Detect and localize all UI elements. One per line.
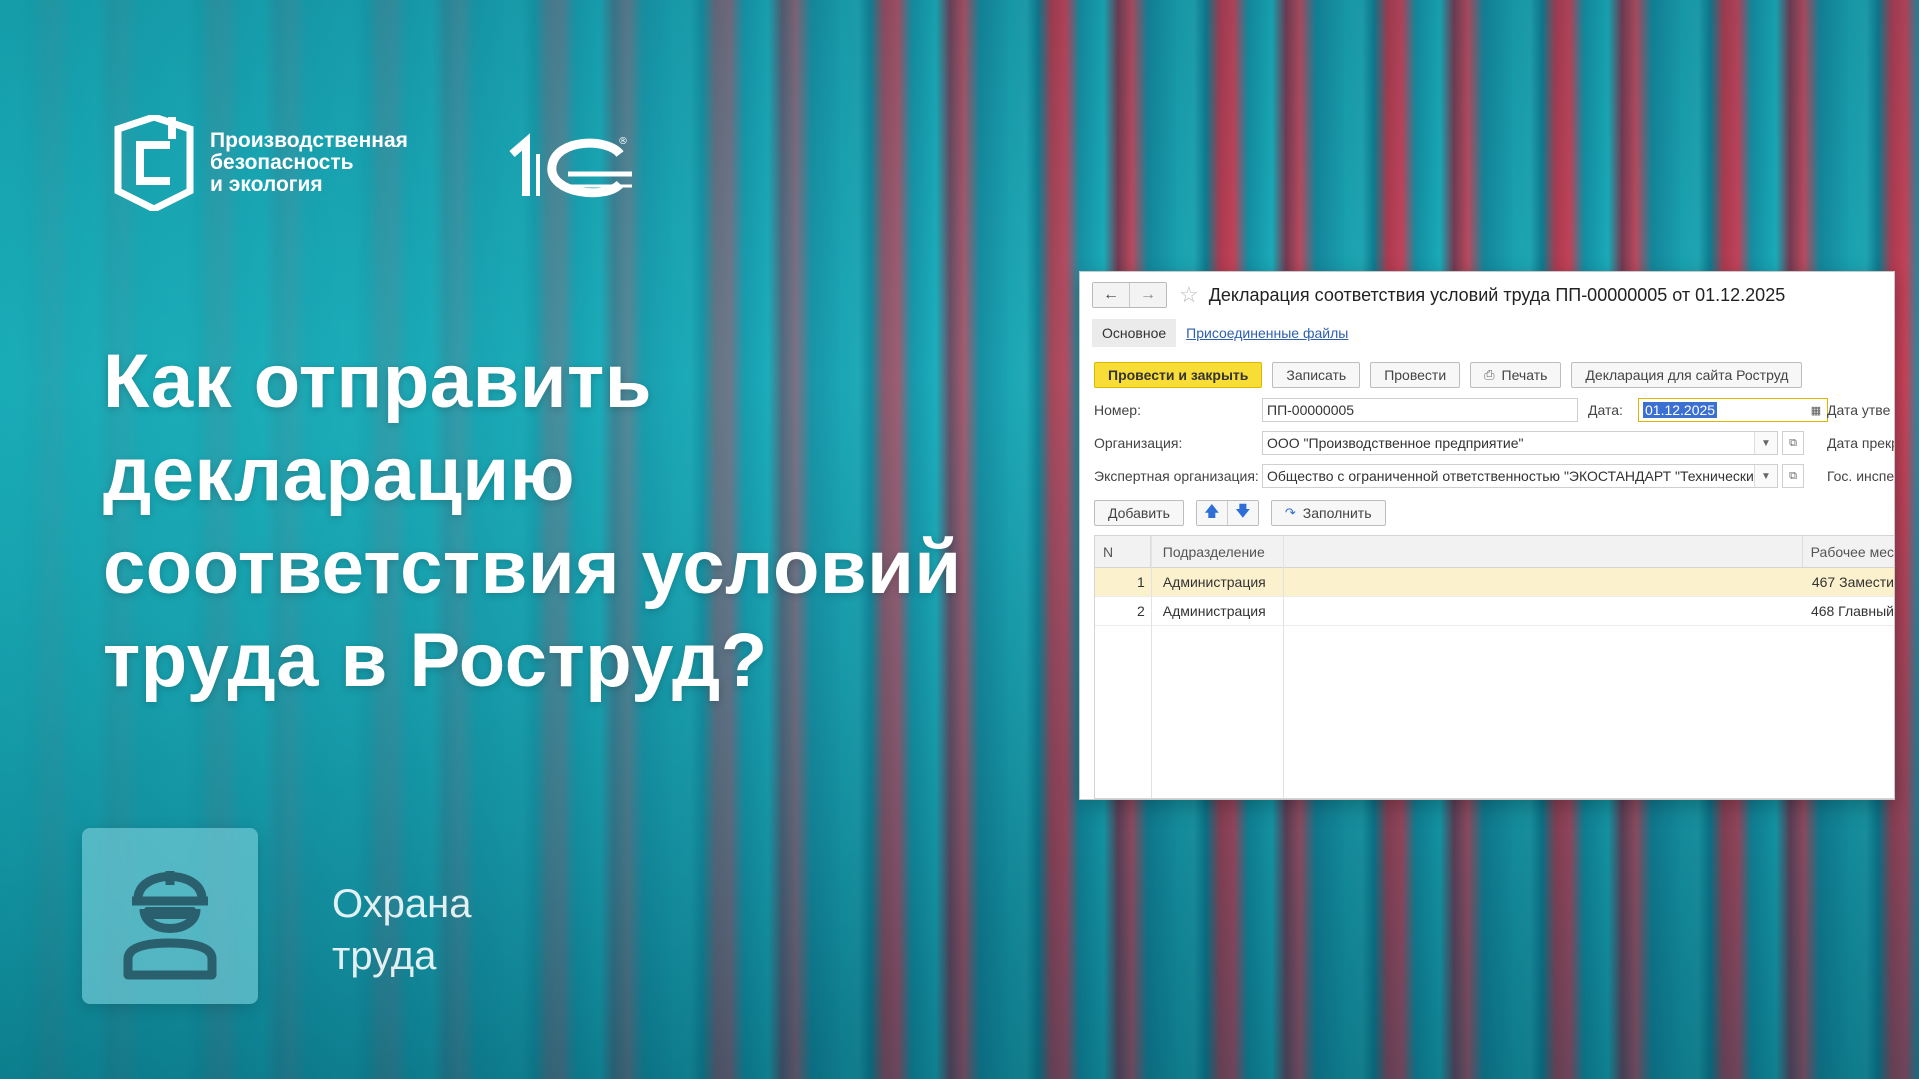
organization-label: Организация: [1094, 435, 1183, 451]
row-department: Администрация [1162, 574, 1266, 590]
date-label: Дата: [1588, 402, 1623, 418]
date-field[interactable]: 01.12.2025 ▦ [1638, 398, 1828, 422]
approve-date-label: Дата утве [1827, 402, 1891, 418]
printer-icon: ⎙ [1484, 367, 1495, 382]
post-and-close-button[interactable]: Провести и закрыть [1094, 362, 1263, 388]
forward-button[interactable]: → [1129, 283, 1166, 307]
tab-main[interactable]: Основное [1092, 319, 1177, 347]
headline-line-1: Как отправить [103, 339, 652, 424]
print-button[interactable]: ⎙ Печать [1470, 362, 1562, 388]
table-row[interactable]: 1 Администрация 467 Замести [1095, 568, 1894, 597]
brand-line-1: Производственная [210, 129, 408, 152]
column-header-workplace[interactable]: Рабочее мес [1803, 544, 1894, 560]
brand-name: Производственная безопасность и экология [210, 130, 408, 196]
column-divider [1151, 536, 1152, 798]
gov-inspection-label: Гос. инспе [1827, 468, 1894, 484]
category-line-1: Охрана [332, 882, 472, 926]
column-header-n[interactable]: N [1095, 536, 1151, 567]
star-icon[interactable]: ☆ [1179, 282, 1199, 308]
organization-field[interactable]: ООО "Производственное предприятие" ▼ [1262, 431, 1778, 455]
save-button[interactable]: Записать [1272, 362, 1361, 388]
headline-line-4: труда в Роструд? [103, 618, 768, 703]
window-title: Декларация соответствия условий труда ПП… [1208, 284, 1786, 305]
form-toolbar: Провести и закрыть Записать Провести ⎙ П… [1094, 362, 1803, 388]
number-field[interactable]: ПП-00000005 [1262, 398, 1578, 422]
number-row: Номер: ПП-00000005 Дата: 01.12.2025 ▦ [1094, 397, 1828, 423]
move-up-button[interactable]: 🡅 [1196, 501, 1227, 525]
arrow-left-icon: ← [1103, 286, 1119, 303]
row-number: 1 [1137, 574, 1145, 590]
declaration-window: ← → ☆ Декларация соответствия условий тр… [1080, 272, 1894, 799]
1c-logo-icon: ® [509, 133, 632, 198]
open-expert-organization-icon[interactable]: ⧉ [1782, 464, 1804, 488]
fill-arrow-icon: ↷ [1284, 505, 1296, 520]
move-down-button[interactable]: 🡇 [1226, 501, 1258, 525]
expert-organization-value: Общество с ограниченной ответственностью… [1267, 468, 1778, 484]
row-workplace: 467 Замести [1811, 574, 1894, 590]
organization-row: Организация: ООО "Производственное предп… [1094, 430, 1804, 456]
open-organization-icon[interactable]: ⧉ [1782, 431, 1804, 455]
nav-buttons: ← → [1092, 282, 1167, 308]
brand-line-3: и экология [210, 173, 323, 196]
back-button[interactable]: ← [1093, 283, 1129, 307]
add-button[interactable]: Добавить [1094, 500, 1184, 526]
expert-organization-row: Экспертная организация: Общество с огран… [1094, 463, 1804, 489]
arrow-right-icon: → [1140, 286, 1156, 303]
row-number: 2 [1136, 603, 1145, 619]
row-department: Администрация [1162, 603, 1266, 619]
date-value: 01.12.2025 [1643, 402, 1718, 418]
organization-value: ООО "Производственное предприятие" [1267, 435, 1524, 451]
category-icon-card [82, 828, 258, 1004]
fill-button[interactable]: ↷ Заполнить [1270, 500, 1386, 526]
brand-logo: Производственная безопасность и экология [110, 115, 408, 211]
headline-line-2: декларацию [103, 432, 576, 517]
dropdown-icon[interactable]: ▼ [1754, 432, 1777, 454]
headline: Как отправить декларацию соответствия ус… [103, 335, 1053, 707]
table-toolbar: Добавить 🡅 🡇 ↷ Заполнить [1094, 500, 1386, 526]
dropdown-icon[interactable]: ▼ [1754, 465, 1777, 487]
calendar-icon[interactable]: ▦ [1805, 399, 1827, 421]
headline-line-3: соответствия условий [103, 525, 962, 610]
form-tabs: Основное Присоединенные файлы [1092, 318, 1348, 348]
termination-date-label: Дата прекр [1827, 435, 1894, 451]
rostrud-declaration-button[interactable]: Декларация для сайта Роструд [1571, 362, 1803, 388]
arrow-down-icon: 🡇 [1235, 502, 1251, 520]
column-header-department[interactable]: Подразделение [1151, 536, 1803, 567]
print-button-label: Печать [1501, 367, 1548, 383]
brand-line-2: безопасность [210, 151, 354, 174]
shield-logo-icon [114, 115, 194, 211]
move-buttons: 🡅 🡇 [1195, 500, 1259, 526]
table-row[interactable]: 2 Администрация 468 Главный [1095, 597, 1894, 626]
worker-helmet-icon [123, 871, 217, 980]
column-divider [1283, 536, 1284, 798]
category-line-2: труда [332, 934, 437, 978]
window-titlebar: ← → ☆ Декларация соответствия условий тр… [1092, 280, 1894, 310]
row-workplace: 468 Главный [1810, 603, 1894, 619]
workplaces-table: N Подразделение Рабочее мес 1 Администра… [1094, 535, 1894, 799]
fill-button-label: Заполнить [1302, 505, 1372, 521]
post-button[interactable]: Провести [1370, 362, 1461, 388]
expert-organization-field[interactable]: Общество с ограниченной ответственностью… [1262, 464, 1778, 488]
arrow-up-icon: 🡅 [1204, 502, 1220, 520]
tab-attached-files[interactable]: Присоединенные файлы [1186, 325, 1348, 341]
number-label: Номер: [1094, 402, 1141, 418]
table-header: N Подразделение Рабочее мес [1095, 536, 1894, 568]
expert-organization-label: Экспертная организация: [1094, 468, 1259, 484]
category-label: Охрана труда [332, 878, 472, 982]
registered-mark: ® [618, 136, 628, 147]
